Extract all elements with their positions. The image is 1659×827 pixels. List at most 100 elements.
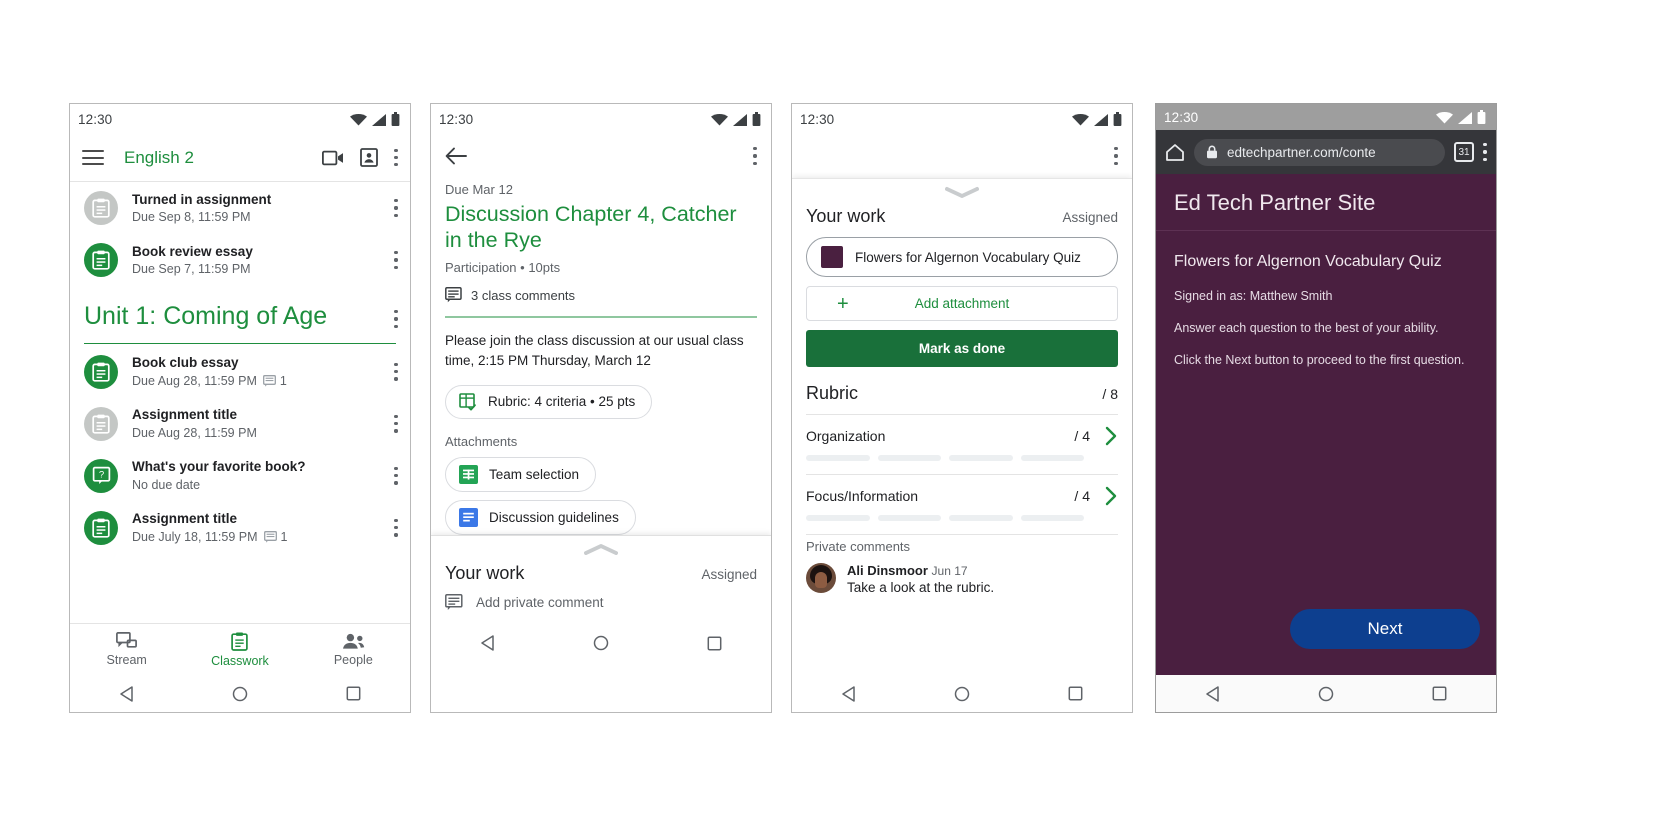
next-button[interactable]: Next (1290, 609, 1480, 649)
page-title: English 2 (124, 147, 194, 167)
home-circle-icon[interactable] (232, 686, 248, 702)
battery-icon (1477, 110, 1486, 124)
page-content: Flowers for Algernon Vocabulary Quiz Sig… (1156, 231, 1496, 367)
mark-as-done-button[interactable]: Mark as done (806, 330, 1118, 367)
attached-work-chip[interactable]: Flowers for Algernon Vocabulary Quiz (806, 237, 1118, 277)
more-vert-icon[interactable] (1114, 147, 1118, 165)
more-vert-icon[interactable] (1483, 143, 1487, 161)
list-item[interactable]: Turned in assignment Due Sep 8, 11:59 PM (70, 182, 410, 234)
screenshot-stage: 12:30 English 2 Turned in assignment Due… (0, 0, 1659, 827)
more-vert-icon[interactable] (394, 199, 398, 217)
chevron-right-icon[interactable] (1104, 426, 1118, 446)
home-circle-icon[interactable] (593, 635, 609, 651)
criterion-name: Organization (806, 428, 886, 444)
rubric-header: Rubric / 8 (806, 367, 1118, 414)
comment-text: Take a look at the rubric. (847, 580, 995, 595)
tab-people[interactable]: People (297, 633, 410, 667)
list-item[interactable]: Book club essay Due Aug 28, 11:59 PM 1 (70, 346, 410, 398)
list-item-title: Book review essay (132, 243, 253, 259)
list-item[interactable]: Assignment title Due July 18, 11:59 PM 1 (70, 502, 410, 554)
comment-date: Jun 17 (931, 564, 968, 578)
battery-icon (391, 112, 400, 126)
sheet-grabber[interactable] (445, 536, 757, 557)
status-bar-time: 12:30 (800, 111, 835, 127)
add-private-comment[interactable]: Add private comment (445, 593, 757, 625)
list-item[interactable]: Book review essay Due Sep 7, 11:59 PM (70, 234, 410, 286)
more-vert-icon[interactable] (394, 414, 398, 433)
assignment-detail: Due Mar 12 Discussion Chapter 4, Catcher… (431, 178, 771, 535)
rubric-icon (459, 392, 476, 411)
video-camera-icon[interactable] (322, 150, 344, 166)
more-vert-icon[interactable] (394, 148, 398, 167)
wifi-icon (350, 114, 367, 126)
next-button-container: Next (1156, 609, 1496, 675)
attachment-chip-docs[interactable]: Discussion guidelines (445, 499, 636, 535)
recents-square-icon[interactable] (1068, 686, 1083, 701)
address-bar[interactable]: edtechpartner.com/conte (1194, 138, 1445, 166)
more-vert-icon[interactable] (394, 362, 398, 381)
back-triangle-icon[interactable] (480, 635, 495, 651)
list-item-due: Due Sep 7, 11:59 PM (132, 262, 251, 277)
recents-square-icon[interactable] (707, 636, 722, 651)
tab-classwork[interactable]: Classwork (183, 632, 296, 668)
address-bar-url: edtechpartner.com/conte (1227, 144, 1376, 160)
list-item[interactable]: Assignment title Due Aug 28, 11:59 PM (70, 398, 410, 450)
comment-author: Ali Dinsmoor Jun 17 (847, 563, 994, 578)
rubric-criterion[interactable]: Focus/Information / 4 (806, 475, 1118, 521)
criterion-level-bars (806, 515, 1118, 521)
recents-square-icon[interactable] (1432, 686, 1447, 701)
sheet-grabber[interactable] (806, 179, 1118, 200)
google-docs-icon (459, 507, 478, 527)
attachment-chip-sheets[interactable]: Team selection (445, 456, 597, 492)
list-item[interactable]: ? What's your favorite book? No due date (70, 450, 410, 502)
chevron-down-icon[interactable] (945, 186, 979, 198)
tab-stream[interactable]: Stream (70, 632, 183, 667)
signal-icon (1458, 112, 1472, 124)
rubric-chip[interactable]: Rubric: 4 criteria • 25 pts (445, 384, 653, 419)
your-work-sheet: Your work Assigned Flowers for Algernon … (792, 178, 1132, 675)
android-system-nav (431, 624, 771, 662)
tab-label-people: People (333, 652, 373, 667)
home-circle-icon[interactable] (954, 686, 970, 702)
status-bar-icons (1436, 110, 1486, 124)
browser-toolbar: edtechpartner.com/conte 31 (1156, 130, 1496, 174)
question-icon: ? (84, 458, 118, 493)
back-triangle-icon[interactable] (841, 685, 856, 702)
assignment-icon (84, 354, 118, 389)
classroom-drive-icon[interactable] (360, 148, 378, 167)
more-vert-icon[interactable] (753, 147, 757, 165)
list-item-text: Book club essay Due Aug 28, 11:59 PM 1 (132, 355, 380, 388)
attachment-label: Team selection (489, 466, 580, 482)
rubric-title: Rubric (806, 383, 859, 403)
back-triangle-icon[interactable] (119, 685, 134, 702)
more-vert-icon[interactable] (394, 466, 398, 485)
wifi-icon (711, 114, 728, 126)
more-vert-icon[interactable] (394, 310, 398, 328)
recents-square-icon[interactable] (346, 686, 361, 701)
home-icon[interactable] (1165, 143, 1185, 162)
list-item-subtitle: Due Sep 7, 11:59 PM (132, 262, 380, 276)
attachment-label: Discussion guidelines (489, 509, 619, 525)
more-vert-icon[interactable] (394, 518, 398, 537)
back-arrow-icon[interactable] (445, 147, 467, 165)
signed-in-line: Signed in as: Matthew Smith (1174, 289, 1333, 303)
class-comments[interactable]: 3 class comments (445, 287, 757, 303)
chevron-up-icon[interactable] (584, 543, 618, 555)
list-item-title: Assignment title (132, 511, 238, 527)
list-item-text: Assignment title Due July 18, 11:59 PM 1 (132, 511, 380, 544)
more-vert-icon[interactable] (394, 251, 398, 269)
wifi-icon (1072, 114, 1089, 126)
hamburger-menu-icon[interactable] (82, 150, 104, 165)
lock-icon (1207, 145, 1217, 159)
chevron-right-icon[interactable] (1104, 486, 1118, 506)
criterion-level-bars (806, 455, 1118, 461)
tab-count-button[interactable]: 31 (1454, 142, 1474, 162)
assignment-icon (84, 191, 118, 225)
back-triangle-icon[interactable] (1205, 685, 1220, 702)
status-bar: 12:30 (792, 104, 1132, 134)
list-item-text: Turned in assignment Due Sep 8, 11:59 PM (132, 192, 380, 225)
add-attachment-button[interactable]: + Add attachment (806, 286, 1118, 321)
home-circle-icon[interactable] (1318, 686, 1334, 702)
rubric-criterion[interactable]: Organization / 4 (806, 415, 1118, 461)
criterion-row: Organization / 4 (806, 426, 1118, 446)
